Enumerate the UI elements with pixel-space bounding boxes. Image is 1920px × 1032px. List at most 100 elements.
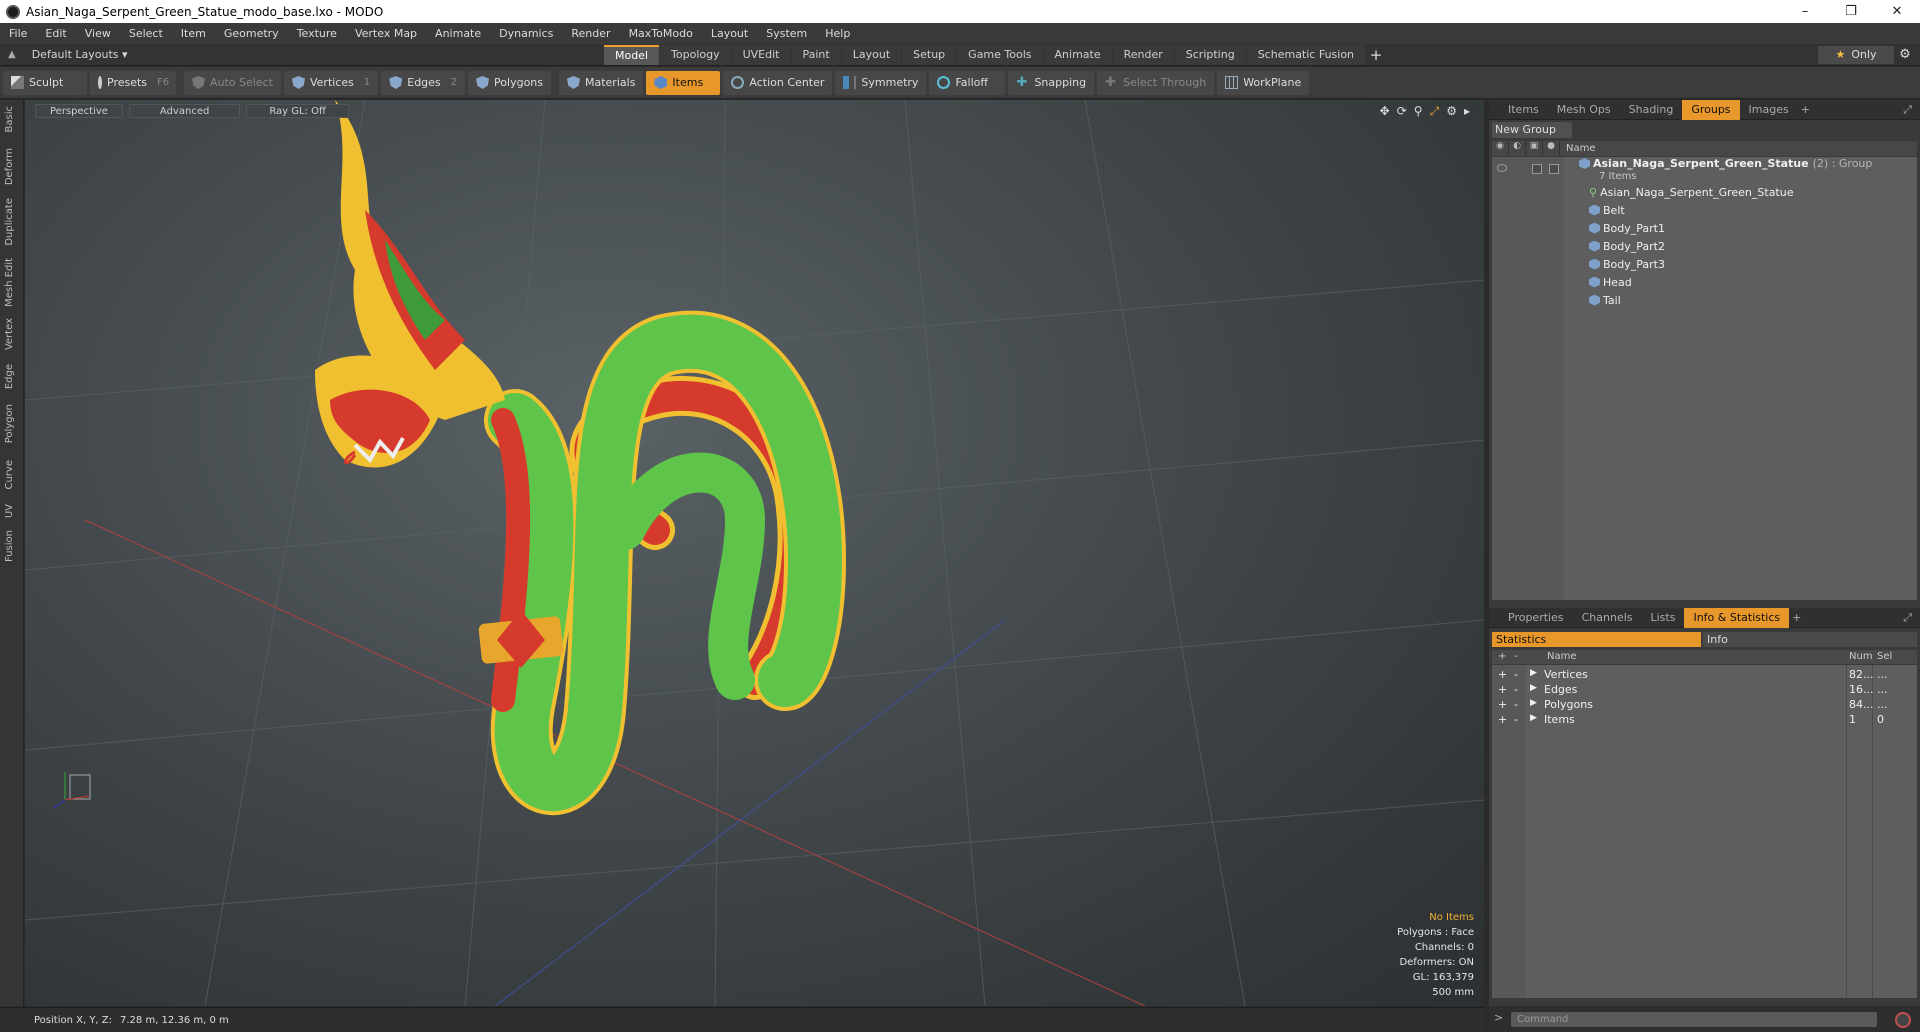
close-button[interactable]: ✕ xyxy=(1874,0,1920,23)
fit-view-icon[interactable]: ⤢ xyxy=(1430,104,1440,119)
add-selection-icon[interactable]: + xyxy=(1498,668,1507,681)
stats-num-header[interactable]: Num xyxy=(1849,651,1873,662)
vtab-basic[interactable]: Basic xyxy=(4,106,15,132)
menu-dynamics[interactable]: Dynamics xyxy=(490,27,562,40)
remove-selection-icon[interactable]: - xyxy=(1514,698,1518,711)
tab-groups[interactable]: Groups xyxy=(1682,99,1740,120)
layouts-dropdown[interactable]: ▲ Default Layouts ▾ xyxy=(0,48,160,61)
lock-toggle[interactable] xyxy=(1532,164,1542,174)
tab-info-statistics[interactable]: Info & Statistics xyxy=(1684,607,1790,628)
shading-dropdown[interactable]: Advanced xyxy=(128,104,241,118)
viewport-expand-icon[interactable]: ▸ xyxy=(1464,104,1470,119)
info-subtab[interactable]: Info xyxy=(1703,632,1917,647)
expand-arrow-icon[interactable]: ▶ xyxy=(1530,668,1537,678)
add-selection-icon[interactable]: + xyxy=(1498,698,1507,711)
add-tab-button[interactable]: + xyxy=(1366,45,1386,65)
select-toggle[interactable] xyxy=(1549,164,1559,174)
stats-row-polygons[interactable]: + - ▶ Polygons 84... ... xyxy=(1492,698,1917,713)
tree-item[interactable]: Head xyxy=(1492,273,1917,291)
panel-expand-icon[interactable]: ⤢ xyxy=(1903,611,1912,625)
vtab-uv[interactable]: UV xyxy=(4,504,15,518)
action-center-button[interactable]: Action Center xyxy=(723,70,833,95)
menu-texture[interactable]: Texture xyxy=(288,27,346,40)
expand-arrow-icon[interactable]: ▶ xyxy=(1530,713,1537,723)
render-column-icon[interactable]: ◐ xyxy=(1509,141,1526,156)
record-macro-icon[interactable] xyxy=(1895,1012,1911,1028)
tab-items[interactable]: Items xyxy=(1499,100,1548,120)
perspective-dropdown[interactable]: Perspective xyxy=(35,104,123,118)
vtab-curve[interactable]: Curve xyxy=(4,460,15,490)
add-selection-icon[interactable]: + xyxy=(1498,683,1507,696)
tree-item[interactable]: Body_Part2 xyxy=(1492,237,1917,255)
statistics-subtab[interactable]: Statistics xyxy=(1492,632,1702,647)
tab-render[interactable]: Render xyxy=(1112,45,1174,65)
stats-name-header[interactable]: Name xyxy=(1547,651,1577,662)
sculpt-button[interactable]: Sculpt xyxy=(3,70,87,95)
tab-scripting[interactable]: Scripting xyxy=(1174,45,1246,65)
menu-file[interactable]: File xyxy=(0,27,36,40)
tree-item[interactable]: ⚲ Asian_Naga_Serpent_Green_Statue xyxy=(1492,183,1917,201)
move-view-icon[interactable]: ✥ xyxy=(1380,104,1390,119)
remove-selection-icon[interactable]: - xyxy=(1514,668,1518,681)
menu-vertex-map[interactable]: Vertex Map xyxy=(346,27,426,40)
tab-layout[interactable]: Layout xyxy=(841,45,902,65)
tab-mesh-ops[interactable]: Mesh Ops xyxy=(1548,100,1620,120)
tab-lists[interactable]: Lists xyxy=(1642,608,1685,628)
tab-properties[interactable]: Properties xyxy=(1499,608,1573,628)
command-input[interactable]: Command xyxy=(1511,1012,1877,1027)
tab-schematic-fusion[interactable]: Schematic Fusion xyxy=(1246,45,1366,65)
add-panel-tab-icon[interactable]: + xyxy=(1792,611,1801,624)
items-button[interactable]: Items xyxy=(646,70,721,95)
menu-system[interactable]: System xyxy=(757,27,816,40)
snapping-button[interactable]: ✚ Snapping xyxy=(1008,70,1095,95)
3d-viewport[interactable]: Perspective Advanced Ray GL: Off ✥ ⟳ ⚲ ⤢… xyxy=(25,100,1484,1006)
eye-icon[interactable] xyxy=(1497,164,1507,172)
vtab-deform[interactable]: Deform xyxy=(4,148,15,185)
stats-sel-header[interactable]: Sel xyxy=(1877,651,1892,662)
vtab-fusion[interactable]: Fusion xyxy=(4,530,15,562)
auto-select-button[interactable]: Auto Select xyxy=(184,70,281,95)
symmetry-button[interactable]: Symmetry xyxy=(835,70,927,95)
maximize-button[interactable]: ❐ xyxy=(1828,0,1874,23)
tree-item[interactable]: Belt xyxy=(1492,201,1917,219)
vtab-mesh-edit[interactable]: Mesh Edit xyxy=(4,258,15,307)
select-column-icon[interactable]: ● xyxy=(1543,141,1560,156)
stats-row-vertices[interactable]: + - ▶ Vertices 82... ... xyxy=(1492,668,1917,683)
vtab-duplicate[interactable]: Duplicate xyxy=(4,198,15,246)
lock-column-icon[interactable]: ▣ xyxy=(1526,141,1543,156)
edges-button[interactable]: Edges 2 xyxy=(381,70,466,95)
remove-selection-icon[interactable]: - xyxy=(1514,683,1518,696)
tree-item[interactable]: Body_Part3 xyxy=(1492,255,1917,273)
rotate-view-icon[interactable]: ⟳ xyxy=(1397,104,1407,119)
naga-serpent-model[interactable] xyxy=(315,100,847,815)
visibility-column-icon[interactable]: ◉ xyxy=(1492,141,1509,156)
vtab-polygon[interactable]: Polygon xyxy=(4,404,15,443)
new-group-button[interactable]: New Group xyxy=(1492,122,1572,138)
menu-edit[interactable]: Edit xyxy=(36,27,75,40)
expand-arrow-icon[interactable]: ▶ xyxy=(1530,683,1537,693)
polygons-button[interactable]: Polygons xyxy=(468,70,551,95)
menu-layout[interactable]: Layout xyxy=(702,27,757,40)
vertices-button[interactable]: Vertices 1 xyxy=(283,70,379,95)
vtab-edge[interactable]: Edge xyxy=(4,364,15,389)
menu-geometry[interactable]: Geometry xyxy=(215,27,288,40)
workplane-button[interactable]: WorkPlane xyxy=(1217,70,1310,95)
gear-icon[interactable]: ⚙ xyxy=(1896,47,1914,63)
raygl-dropdown[interactable]: Ray GL: Off xyxy=(246,104,349,118)
tree-item[interactable]: Tail xyxy=(1492,291,1917,309)
add-selection-icon[interactable]: + xyxy=(1498,713,1507,726)
only-button[interactable]: ★ Only xyxy=(1818,46,1894,64)
panel-expand-icon[interactable]: ⤢ xyxy=(1903,103,1912,117)
tab-model[interactable]: Model xyxy=(604,45,660,65)
menu-maxtomodo[interactable]: MaxToModo xyxy=(620,27,702,40)
tab-topology[interactable]: Topology xyxy=(660,45,731,65)
name-column-header[interactable]: Name xyxy=(1560,143,1596,154)
remove-selection-icon[interactable]: - xyxy=(1514,713,1518,726)
menu-animate[interactable]: Animate xyxy=(426,27,490,40)
menu-select[interactable]: Select xyxy=(120,27,172,40)
presets-button[interactable]: Presets F6 xyxy=(90,70,176,95)
tab-images[interactable]: Images xyxy=(1740,100,1798,120)
falloff-button[interactable]: Falloff xyxy=(929,70,1006,95)
minimize-button[interactable]: – xyxy=(1782,0,1828,23)
tree-item[interactable]: Body_Part1 xyxy=(1492,219,1917,237)
